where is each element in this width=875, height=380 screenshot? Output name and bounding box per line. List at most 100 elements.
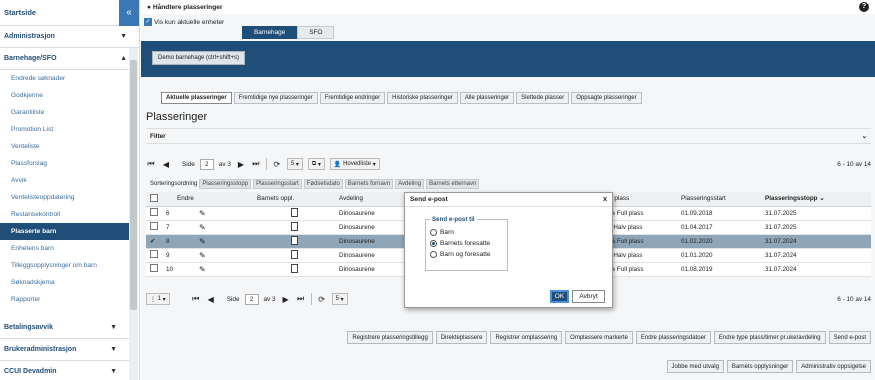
sidebar-section-barnehage[interactable]: Barnehage/SFO ▲ xyxy=(0,48,139,70)
subtab-3[interactable]: Fremtidige endringer xyxy=(319,92,386,104)
sidebar-section-brukeradministrasjon[interactable]: Brukeradministrasjon ▼ xyxy=(0,339,129,361)
page-size-select[interactable]: 5 ▾ xyxy=(331,293,348,305)
info-cell[interactable] xyxy=(253,248,336,263)
chevron-down-icon[interactable]: ⌄ xyxy=(862,132,867,140)
refresh-icon[interactable]: ⟳ xyxy=(317,294,327,305)
sidebar-item-endrede-søknader[interactable]: Endrede søknader xyxy=(0,70,129,87)
sidebar-item-enhetens-barn[interactable]: Enhetens barn xyxy=(0,240,129,257)
check-icon[interactable]: ✔ xyxy=(150,238,155,245)
sidebar-item-garantiliste[interactable]: Garantiliste xyxy=(0,104,129,121)
sidebar-item-venteliste[interactable]: Venteliste xyxy=(0,138,129,155)
sidebar-item-avvik[interactable]: Avvik xyxy=(0,172,129,189)
action-button[interactable]: Administrativ oppsigelse xyxy=(796,360,871,373)
pencil-icon[interactable]: ✎ xyxy=(199,265,206,274)
ok-button[interactable]: OK xyxy=(550,290,569,303)
sidebar-item-promotion-list[interactable]: Promotion List xyxy=(0,121,129,138)
action-button[interactable]: Jobbe med utvalg xyxy=(666,360,724,373)
action-button[interactable]: Barnets opplysninger xyxy=(726,360,794,373)
page-input[interactable]: 2 xyxy=(244,293,259,305)
document-icon[interactable] xyxy=(291,221,299,231)
action-button[interactable]: Omplassere markerte xyxy=(565,331,633,344)
view-select[interactable]: 👤 Hovedliste ▾ xyxy=(329,158,380,170)
subtab-7[interactable]: Oppsagte plasseringer xyxy=(571,92,642,104)
sidebar-item-plassforslag[interactable]: Plassforslag xyxy=(0,155,129,172)
action-button[interactable]: Send e-post xyxy=(828,331,871,344)
row-checkbox[interactable] xyxy=(146,206,162,221)
sidebar-item-ventelisteoppdatering[interactable]: Ventelisteoppdatering xyxy=(0,189,129,206)
radio-barn-og-foresatte[interactable]: Barn og foresatte xyxy=(430,251,491,258)
info-cell[interactable] xyxy=(253,220,336,235)
action-button[interactable]: Direkteplassere xyxy=(435,331,488,344)
row-checkbox[interactable]: ✔ xyxy=(146,234,162,249)
tab-sfo[interactable]: SFO xyxy=(297,26,335,39)
export-select[interactable]: ⧉ ▾ xyxy=(307,158,325,170)
sidebar-item-restansekontroll[interactable]: Restansekontroll xyxy=(0,206,129,223)
subtab-5[interactable]: Alle plasseringer xyxy=(459,92,515,104)
column-header-barnets-oppl[interactable]: Barnets oppl. xyxy=(253,192,336,207)
document-icon[interactable] xyxy=(291,207,299,217)
collapse-sidebar-button[interactable]: « xyxy=(119,0,139,26)
sidebar-item-søknadskjema[interactable]: Søknadskjema xyxy=(0,274,129,291)
sort-chip[interactable]: Avdeling xyxy=(395,179,425,189)
action-button[interactable]: Registrere plasseringstillegg xyxy=(347,331,433,344)
info-cell[interactable] xyxy=(253,262,336,277)
tab-barnehage[interactable]: Barnehage xyxy=(242,26,298,39)
column-header-endre[interactable]: Endre xyxy=(173,192,254,207)
help-icon[interactable]: ? xyxy=(859,2,869,12)
document-icon[interactable] xyxy=(291,263,299,273)
info-cell[interactable] xyxy=(253,206,336,221)
prev-page-icon[interactable]: ◀ xyxy=(206,294,216,305)
action-button[interactable]: Registrer omplassering xyxy=(490,331,563,344)
sidebar-home-label[interactable]: Startside xyxy=(0,8,36,17)
radio-barn[interactable]: Barn xyxy=(430,229,454,236)
sort-chip[interactable]: Plasseringsstart xyxy=(253,179,302,189)
sort-chip[interactable]: Barnets fornavn xyxy=(344,179,394,189)
sidebar-section-betalingsavvik[interactable]: Betalingsavvik ▼ xyxy=(0,317,129,339)
row-checkbox[interactable] xyxy=(146,248,162,263)
sidebar-home[interactable]: Startside « xyxy=(0,0,139,26)
subtab-6[interactable]: Slettede plasser xyxy=(516,92,570,104)
sidebar-item-godkjenne[interactable]: Godkjenne xyxy=(0,87,129,104)
last-page-icon[interactable]: ⏭ xyxy=(296,294,306,305)
sidebar-item-tilleggsopplysninger-om-barn[interactable]: Tilleggsopplysninger om barn xyxy=(0,257,129,274)
current-units-checkbox[interactable]: ✓ Vis kun aktuelle enheter xyxy=(144,18,224,26)
row-checkbox[interactable] xyxy=(146,220,162,235)
sort-chip[interactable]: Fødselsdato xyxy=(303,179,343,189)
document-icon[interactable] xyxy=(291,235,299,245)
pencil-icon[interactable]: ✎ xyxy=(199,251,206,260)
subtab-2[interactable]: Fremtidige nye plasseringer xyxy=(233,92,318,104)
cancel-button[interactable]: Avbryt xyxy=(572,290,605,303)
select-all-checkbox[interactable] xyxy=(146,192,162,207)
radio-barnets-foresatte[interactable]: Barnets foresatte xyxy=(430,240,490,247)
row-checkbox[interactable] xyxy=(146,262,162,277)
page-size-select[interactable]: 5 ▾ xyxy=(286,158,303,170)
sort-chip[interactable]: Plasseringsstopp xyxy=(199,179,252,189)
next-page-icon[interactable]: ▶ xyxy=(281,294,291,305)
first-page-icon[interactable]: ⏮ xyxy=(191,294,201,305)
prev-page-icon[interactable]: ◀ xyxy=(161,159,171,170)
close-icon[interactable]: x xyxy=(603,196,607,203)
sort-chip[interactable]: Barnets etternavn xyxy=(426,179,480,189)
demo-barnehage-button[interactable]: Demo barnehage (ctrl+shift+s) xyxy=(152,51,246,65)
action-button[interactable]: Endre type plass/timer pr.uke/avdeling xyxy=(713,331,826,344)
radio-button[interactable] xyxy=(430,240,437,247)
pencil-icon[interactable]: ✎ xyxy=(199,223,206,232)
sidebar-item-plasserte-barn[interactable]: Plasserte barn xyxy=(0,223,129,240)
page-input[interactable]: 2 xyxy=(199,158,214,170)
edit-cell[interactable]: ✎ xyxy=(173,234,254,249)
radio-button[interactable] xyxy=(430,229,437,236)
action-button[interactable]: Endre plasseringsdatoer xyxy=(635,331,711,344)
pencil-icon[interactable]: ✎ xyxy=(199,237,206,246)
sidebar-section-administrasjon[interactable]: Administrasjon ▼ xyxy=(0,26,139,48)
subtab-1[interactable]: Aktuelle plasseringer xyxy=(161,92,232,104)
filter-bar[interactable]: Filter ⌄ xyxy=(146,128,871,144)
next-page-icon[interactable]: ▶ xyxy=(236,159,246,170)
last-page-icon[interactable]: ⏭ xyxy=(251,159,261,170)
checkbox-box[interactable]: ✓ xyxy=(144,18,152,26)
column-header-plasseringsstart[interactable]: Plasseringsstart xyxy=(677,192,762,207)
refresh-icon[interactable]: ⟳ xyxy=(272,159,282,170)
edit-cell[interactable]: ✎ xyxy=(173,248,254,263)
sidebar-item-rapporter[interactable]: Rapporter xyxy=(0,291,129,308)
first-page-icon[interactable]: ⏮ xyxy=(146,159,156,170)
document-icon[interactable] xyxy=(291,249,299,259)
